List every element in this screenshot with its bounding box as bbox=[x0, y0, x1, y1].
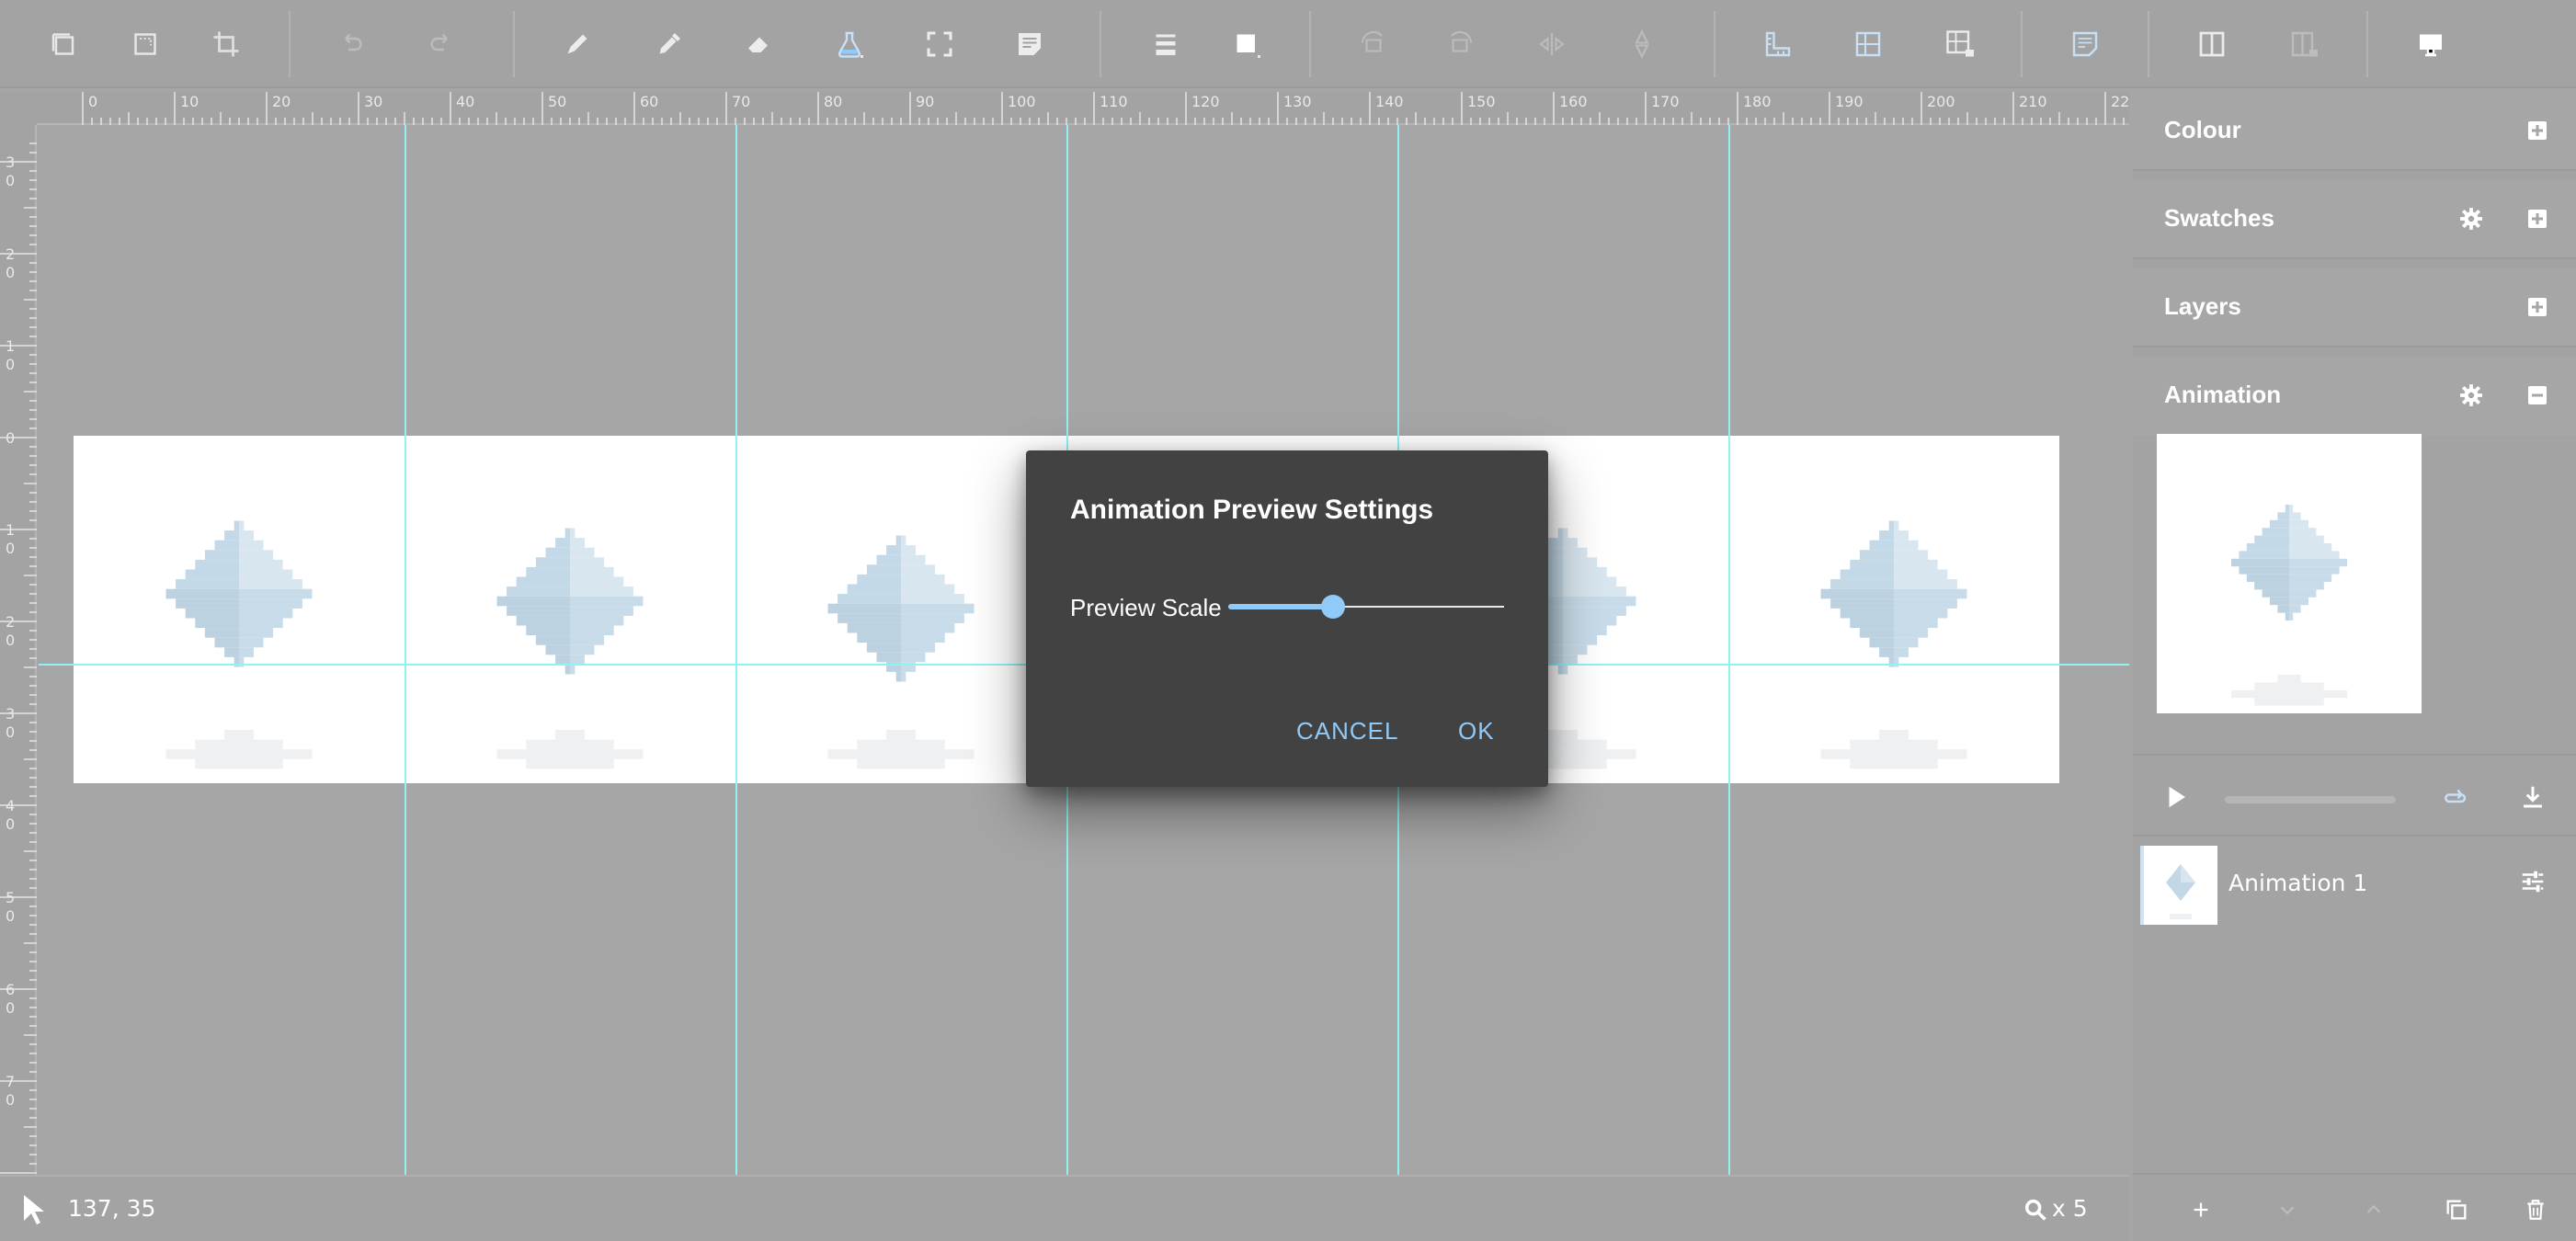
cancel-button[interactable]: CANCEL bbox=[1296, 717, 1398, 746]
expand-plus-icon[interactable] bbox=[2521, 114, 2554, 147]
animation-preview bbox=[2157, 434, 2422, 713]
trash-icon[interactable] bbox=[2519, 1193, 2552, 1226]
play-icon[interactable] bbox=[2162, 783, 2190, 815]
move-down-icon[interactable] bbox=[2271, 1193, 2304, 1226]
monitor-icon[interactable] bbox=[2405, 18, 2456, 70]
panel-footer bbox=[2133, 1173, 2576, 1241]
animation-controls bbox=[2133, 754, 2576, 837]
colour-title: Colour bbox=[2164, 116, 2241, 143]
animation-list-item[interactable]: Animation 1 bbox=[2133, 838, 2576, 927]
modal-overlay: Animation Preview Settings Preview Scale… bbox=[0, 0, 2129, 1241]
dialog-title: Animation Preview Settings bbox=[1070, 495, 1434, 525]
preview-scale-label: Preview Scale bbox=[1070, 594, 1222, 621]
download-icon[interactable] bbox=[2519, 783, 2547, 815]
animation-name: Animation 1 bbox=[2228, 870, 2368, 896]
collapse-minus-icon[interactable] bbox=[2521, 379, 2554, 412]
swatches-title: Swatches bbox=[2164, 204, 2274, 232]
add-icon[interactable] bbox=[2184, 1193, 2217, 1226]
expand-plus-icon[interactable] bbox=[2521, 290, 2554, 324]
slider-fill bbox=[1228, 604, 1333, 609]
animation-section[interactable]: Animation bbox=[2133, 357, 2576, 436]
animation-title: Animation bbox=[2164, 381, 2282, 408]
split-view-lock-icon[interactable] bbox=[2278, 18, 2330, 70]
duplicate-icon[interactable] bbox=[2440, 1193, 2473, 1226]
gear-icon[interactable] bbox=[2455, 202, 2488, 235]
side-panel: Colour Swatches Layers Animation Animati… bbox=[2133, 92, 2576, 1241]
gear-icon[interactable] bbox=[2455, 379, 2488, 412]
expand-plus-icon[interactable] bbox=[2521, 202, 2554, 235]
split-view-icon[interactable] bbox=[2186, 18, 2238, 70]
loop-icon[interactable] bbox=[2442, 783, 2469, 815]
tune-settings-icon[interactable] bbox=[2519, 868, 2547, 900]
preview-frame bbox=[2231, 505, 2347, 706]
swatches-section[interactable]: Swatches bbox=[2133, 180, 2576, 259]
ok-button[interactable]: OK bbox=[1458, 717, 1495, 746]
animation-thumbnail bbox=[2140, 846, 2217, 925]
move-up-icon[interactable] bbox=[2357, 1193, 2390, 1226]
layers-section[interactable]: Layers bbox=[2133, 268, 2576, 347]
animation-progress-bar[interactable] bbox=[2225, 796, 2396, 803]
colour-section[interactable]: Colour bbox=[2133, 92, 2576, 171]
layers-title: Layers bbox=[2164, 292, 2241, 320]
slider-thumb[interactable] bbox=[1321, 595, 1345, 619]
animation-preview-settings-dialog: Animation Preview Settings Preview Scale… bbox=[1026, 450, 1548, 787]
preview-scale-slider[interactable] bbox=[1228, 588, 1504, 625]
